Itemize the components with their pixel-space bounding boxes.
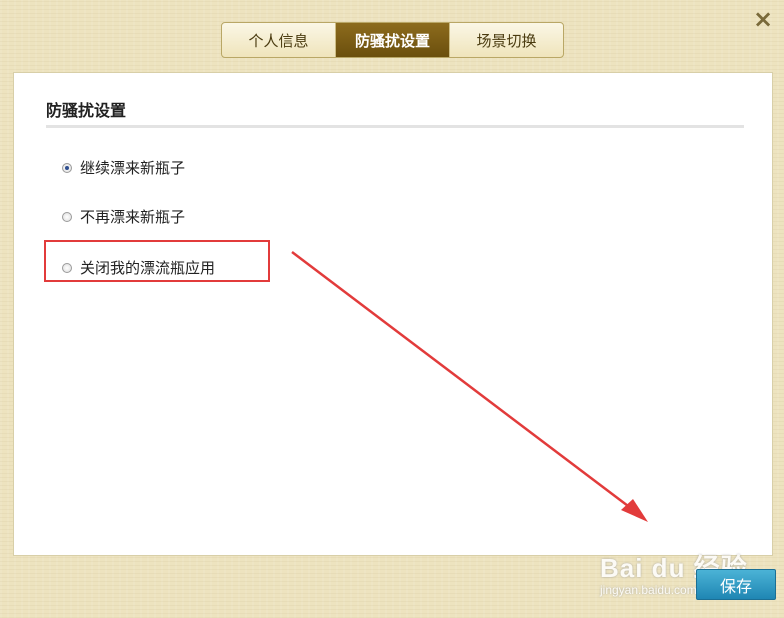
save-button[interactable]: 保存 xyxy=(696,569,776,600)
annotation-arrow xyxy=(291,251,648,522)
